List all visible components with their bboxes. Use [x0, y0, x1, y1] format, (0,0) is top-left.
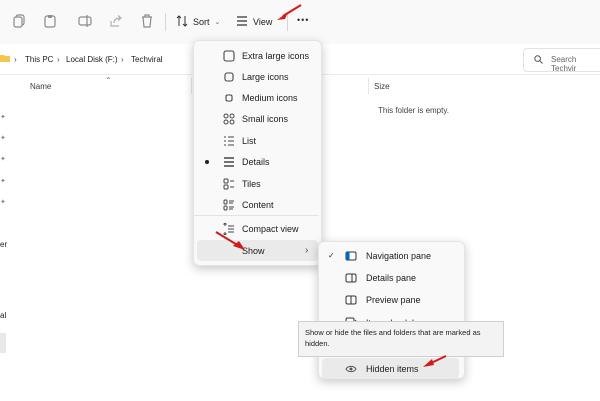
arrow-to-hidden-items — [423, 355, 447, 367]
arrow-to-view — [277, 4, 302, 20]
annotation-arrows — [215, 4, 447, 367]
arrow-to-show — [215, 231, 245, 250]
